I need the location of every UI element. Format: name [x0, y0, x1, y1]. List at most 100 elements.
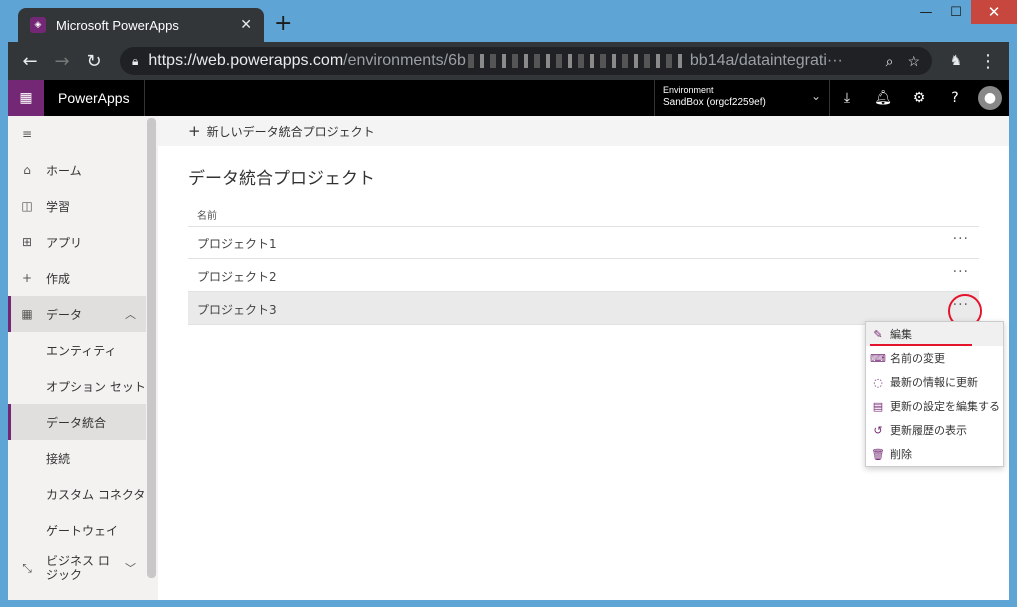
environment-value: SandBox (orgcf2259ef) — [663, 97, 766, 108]
sidebar-item-data[interactable]: ▦ データ ︿ — [8, 296, 146, 332]
refresh-icon: ◌ — [873, 375, 883, 389]
command-bar: + 新しいデータ統合プロジェクト — [158, 116, 1009, 146]
menu-item-label: 更新履歴の表示 — [890, 424, 967, 437]
project-name: プロジェクト2 — [197, 270, 277, 284]
menu-item-label: 編集 — [890, 328, 912, 341]
plus-icon[interactable]: + — [188, 122, 201, 140]
close-window-button[interactable]: ✕ — [971, 0, 1017, 24]
sidebar-item-label: カスタム コネクタ — [46, 487, 146, 502]
project-name: プロジェクト3 — [197, 303, 277, 317]
chevron-down-icon: ﹀ — [125, 562, 136, 575]
url-host: https://web.powerapps.com — [148, 52, 344, 69]
menu-item-label: 最新の情報に更新 — [890, 376, 978, 389]
chevron-up-icon: ︿ — [125, 308, 136, 321]
browser-tab[interactable]: ◈ Microsoft PowerApps ✕ — [18, 8, 264, 42]
sidebar-item-home[interactable]: ⌂ ホーム — [8, 152, 146, 188]
sidebar-scrollbar[interactable] — [147, 118, 156, 578]
trash-icon: 🗑︎ — [871, 447, 885, 461]
sidebar-item-label: エンティティ — [46, 343, 117, 358]
reload-icon[interactable]: ↻ — [80, 42, 108, 80]
hamburger-icon: ≡ — [21, 127, 33, 141]
context-menu: ✎ 編集 ⌨ 名前の変更 ◌ 最新の情報に更新 ▤ 更新の設定を編集する ↺ 更… — [865, 321, 1004, 467]
apps-icon: ⊞ — [21, 235, 33, 249]
url-redacted — [467, 54, 688, 68]
browser-toolbar: ← → ↻ 🔒︎ https://web.powerapps.com /envi… — [8, 42, 1009, 80]
sidebar-item-label: ホーム — [46, 163, 82, 178]
sidebar-item-label: 学習 — [46, 199, 71, 214]
menu-item-label: 削除 — [890, 448, 912, 461]
sidebar-item-business-logic[interactable]: ⤡ ビジネス ロ ジック ﹀ — [8, 548, 146, 588]
sidebar-item-gateways[interactable]: ゲートウェイ — [8, 512, 146, 548]
sidebar-item-label: 接続 — [46, 451, 71, 466]
sidebar-item-learn[interactable]: ◫ 学習 — [8, 188, 146, 224]
more-options-icon[interactable]: ··· — [953, 231, 969, 247]
extension-icon[interactable]: ♞ — [942, 42, 970, 80]
menu-item-rename[interactable]: ⌨ 名前の変更 — [866, 346, 1003, 370]
table-icon: ▦ — [21, 307, 33, 321]
sidebar-item-label: ビジネス ロ ジック — [46, 554, 110, 582]
address-bar[interactable]: 🔒︎ https://web.powerapps.com /environmen… — [120, 47, 932, 75]
brand-name[interactable]: PowerApps — [58, 80, 130, 116]
table-row[interactable]: プロジェクト1 ··· — [188, 226, 979, 259]
sidebar-item-create[interactable]: + 作成 — [8, 260, 146, 296]
forward-arrow-icon[interactable]: → — [48, 42, 76, 80]
waffle-icon[interactable]: ▦ — [8, 80, 44, 116]
sidebar-item-custom-connectors[interactable]: カスタム コネクタ — [8, 476, 146, 512]
hamburger-menu[interactable]: ≡ — [8, 116, 146, 152]
sidebar-item-apps[interactable]: ⊞ アプリ — [8, 224, 146, 260]
url-path-start: /environments/6b — [343, 52, 466, 69]
more-options-icon[interactable]: ··· — [953, 264, 969, 280]
bookmark-star-icon[interactable]: ☆ — [907, 53, 920, 70]
history-icon: ↺ — [873, 423, 883, 437]
sidebar-item-label: ゲートウェイ — [46, 523, 119, 538]
project-name: プロジェクト1 — [197, 237, 277, 251]
back-arrow-icon[interactable]: ← — [16, 42, 44, 80]
environment-picker[interactable]: Environment SandBox (orgcf2259ef) ⌄ — [654, 80, 830, 116]
help-icon[interactable]: ? — [938, 80, 972, 116]
rename-icon: ⌨ — [870, 351, 886, 365]
new-tab-button[interactable]: + — [274, 12, 292, 36]
sidebar: ≡ ⌂ ホーム ◫ 学習 ⊞ アプリ + 作成 ▦ データ ︿ エンティティ オ… — [8, 116, 158, 600]
menu-item-edit[interactable]: ✎ 編集 — [866, 322, 1003, 346]
menu-item-delete[interactable]: 🗑︎ 削除 — [866, 442, 1003, 466]
sidebar-item-label: 作成 — [46, 271, 71, 286]
column-header[interactable]: 名前 — [188, 206, 979, 227]
maximize-button[interactable]: ☐ — [941, 0, 971, 24]
sidebar-item-connections[interactable]: 接続 — [8, 440, 146, 476]
sidebar-item-label: データ統合 — [46, 415, 107, 430]
menu-item-refresh[interactable]: ◌ 最新の情報に更新 — [866, 370, 1003, 394]
window-controls: — ☐ ✕ — [911, 0, 1017, 26]
chevron-down-icon: ⌄ — [810, 89, 821, 103]
menu-item-label: 更新の設定を編集する — [890, 400, 1000, 413]
lock-icon: 🔒︎ — [132, 53, 139, 68]
bell-icon[interactable]: 🔔︎ — [866, 80, 900, 116]
sidebar-item-entities[interactable]: エンティティ — [8, 332, 146, 368]
sidebar-item-data-integration[interactable]: データ統合 — [8, 404, 146, 440]
gear-icon[interactable]: ⚙ — [902, 80, 936, 116]
pencil-icon: ✎ — [873, 327, 883, 341]
sidebar-item-option-sets[interactable]: オプション セット — [8, 368, 146, 404]
table-row[interactable]: プロジェクト3 ··· — [188, 292, 979, 325]
url-path-end: bb14a/dataintegrati··· — [689, 52, 843, 69]
annotation-underline — [870, 344, 972, 346]
menu-item-edit-refresh-settings[interactable]: ▤ 更新の設定を編集する — [866, 394, 1003, 418]
new-project-button[interactable]: 新しいデータ統合プロジェクト — [207, 123, 375, 140]
header-divider — [144, 80, 145, 116]
tab-title: Microsoft PowerApps — [56, 17, 179, 33]
menu-kebab-icon[interactable]: ⋮ — [974, 42, 1002, 80]
tab-close-icon[interactable]: ✕ — [240, 17, 252, 33]
app-header: ▦ PowerApps Environment SandBox (orgcf22… — [8, 80, 1009, 116]
plus-icon: + — [21, 271, 33, 285]
download-icon[interactable]: ⤓ — [830, 80, 864, 116]
zoom-icon[interactable]: ⌕ — [886, 53, 894, 70]
menu-item-refresh-history[interactable]: ↺ 更新履歴の表示 — [866, 418, 1003, 442]
powerapps-favicon-icon: ◈ — [30, 17, 46, 33]
home-icon: ⌂ — [23, 163, 31, 177]
table-row[interactable]: プロジェクト2 ··· — [188, 259, 979, 292]
sidebar-item-label: オプション セット — [46, 379, 146, 394]
menu-item-label: 名前の変更 — [890, 352, 945, 365]
minimize-button[interactable]: — — [911, 0, 941, 24]
environment-label: Environment — [663, 85, 714, 95]
page-title: データ統合プロジェクト — [188, 169, 375, 189]
avatar[interactable]: ● — [978, 86, 1002, 110]
